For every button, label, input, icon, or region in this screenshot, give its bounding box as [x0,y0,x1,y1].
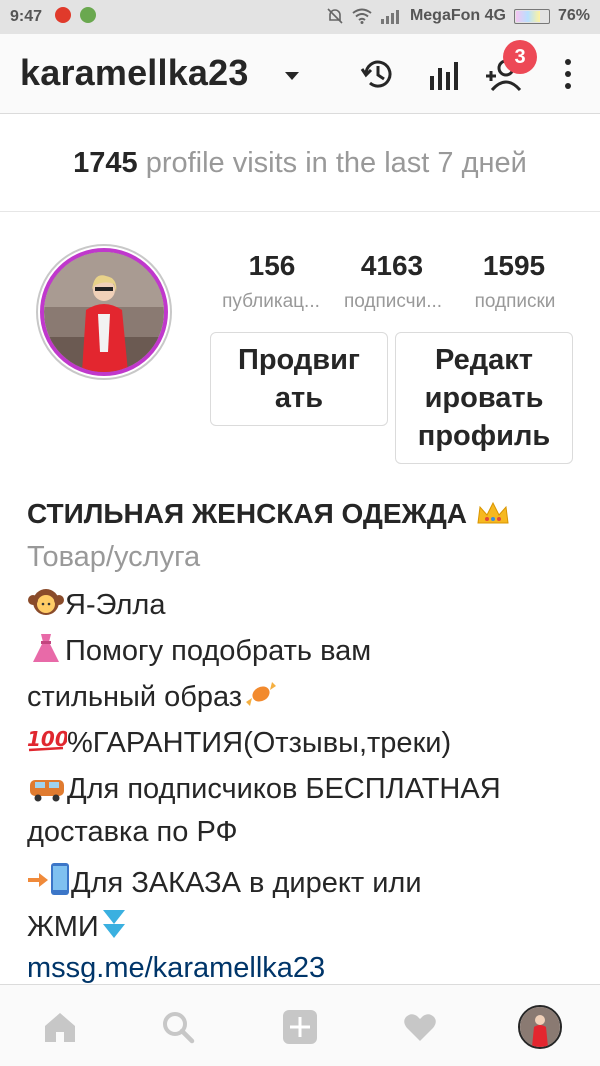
history-icon[interactable] [358,54,398,94]
bio-line-text: стильный образ [27,681,243,713]
more-icon[interactable] [548,54,588,94]
status-time: 9:47 [10,8,43,25]
battery-icon [513,8,550,24]
profile-avatar-photo [520,1007,560,1047]
stat-following-value: 1595 [482,250,546,281]
phone-icon [51,863,69,895]
promote-button[interactable]: Продвиг ать [210,332,388,426]
home-icon[interactable] [42,1009,78,1045]
carrier-label: MegaFon 4G [409,7,506,24]
bio-line-text: ЖМИ [27,911,99,943]
promote-label-line1: Продвиг [237,344,361,376]
bio-line: доставка по РФ [27,816,238,849]
bottom-navigation [0,984,600,1066]
stat-followers-value: 4163 [360,250,424,281]
car-icon [30,780,64,802]
mute-icon [327,8,343,24]
edit-label-line1: Редакт [434,344,533,376]
stat-following-label: подписки [474,291,556,312]
profile-name: СТИЛЬНАЯ ЖЕНСКАЯ ОДЕЖДА [27,498,511,530]
visits-count: 1745 [73,147,138,179]
wifi-icon [352,8,372,24]
crown-icon [477,501,509,524]
account-switcher[interactable]: karamellka23 [20,52,249,94]
stat-posts-label: публикац... [222,291,320,312]
bio-line-text: Для подписчиков БЕСПЛАТНАЯ [67,773,501,805]
stat-followers-label: подписчи... [343,291,443,312]
bio-line: ЖМИ [27,908,129,944]
bio-line-text: %ГАРАНТИЯ(Отзывы,треки) [67,727,452,759]
visits-text: profile visits in the last 7 дней [145,147,527,179]
insights-icon[interactable] [424,54,464,94]
bio-line: Я-Элла [27,586,165,622]
bio-line: стильный образ [27,678,280,714]
edit-label-line2: ировать [424,382,544,414]
stat-posts-value: 156 [248,250,296,281]
profile-visits-banner[interactable]: 1745 profile visits in the last 7 дней [0,114,600,212]
app-icon [80,7,96,23]
bio-line-text: Помогу подобрать вам [65,635,372,667]
profile-website-link[interactable]: mssg.me/karamellka23 [27,952,325,985]
bio-line-text: Для ЗАКАЗА в директ или [71,867,422,899]
chevron-down-icon[interactable] [285,72,299,80]
edit-profile-button[interactable]: Редакт ировать профиль [395,332,573,464]
search-icon[interactable] [160,1009,196,1045]
girl-icon [28,589,64,615]
avatar-photo [44,252,164,372]
bio-line-text: Я-Элла [65,589,166,621]
battery-level: 76% [557,7,590,24]
dress-icon [33,634,59,662]
arrow-right-icon [28,873,48,887]
profile-name-text: СТИЛЬНАЯ ЖЕНСКАЯ ОДЕЖДА [27,498,468,529]
bio-line: Помогу подобрать вам [27,632,371,668]
bio-line: 100 %ГАРАНТИЯ(Отзывы,треки) [27,724,451,760]
status-bar: 9:47 MegaFon 4G 76% [0,0,600,34]
signal-icon [380,10,399,24]
promote-label-line2: ать [274,382,324,414]
status-right: MegaFon 4G 76% [326,7,590,25]
hundred-points-icon: 100 [27,727,67,752]
double-arrow-down-icon [102,910,125,938]
profile-category: Товар/услуга [27,541,201,573]
bio-line-text: доставка по РФ [27,816,238,848]
promote-button-label: Продвиг ать [238,341,360,417]
notification-badge[interactable]: 3 [503,40,537,74]
yandex-app-icon [55,7,71,23]
profile-avatar[interactable] [518,1005,562,1049]
add-post-icon[interactable] [282,1009,318,1045]
avatar[interactable] [40,248,168,376]
candy-icon [246,682,277,706]
heart-icon[interactable] [402,1009,438,1045]
edit-profile-button-label: Редакт ировать профиль [418,341,550,455]
profile-header: karamellka23 3 [0,34,600,114]
edit-label-line3: профиль [417,420,551,452]
bio-line: Для подписчиков БЕСПЛАТНАЯ [27,770,501,806]
bio-line: Для ЗАКАЗА в директ или [27,862,422,900]
